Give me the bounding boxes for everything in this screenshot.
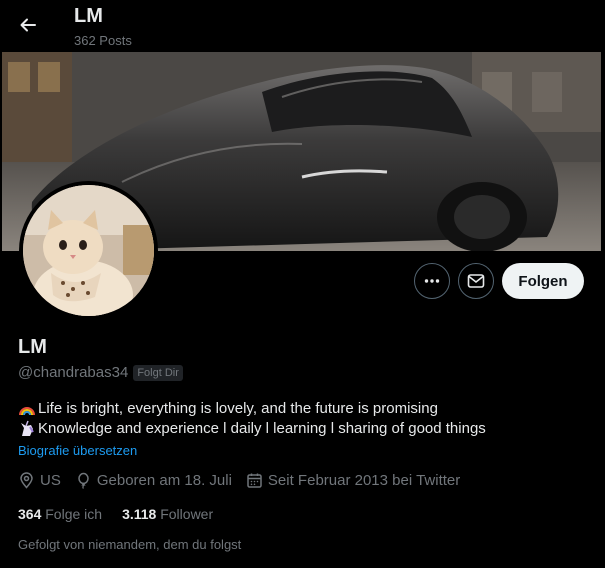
- cat-avatar-image: [23, 185, 154, 316]
- followed-by-text: Gefolgt von niemandem, dem du folgst: [18, 537, 242, 552]
- follow-button[interactable]: Folgen: [502, 263, 584, 299]
- header-title: LM: [74, 5, 103, 27]
- profile-name: LM: [18, 336, 47, 358]
- follows-you-badge: Folgt Dir: [133, 364, 183, 381]
- arrow-left-icon: [20, 18, 36, 32]
- back-button[interactable]: [14, 11, 42, 39]
- birthday: Geboren am 18. Juli: [75, 472, 232, 489]
- calendar-icon: [247, 473, 262, 488]
- followers-link[interactable]: 3.118 Follower: [122, 506, 213, 522]
- location: US: [18, 472, 61, 489]
- profile-meta: US Geboren am 18. Juli Seit Februar 2013…: [18, 472, 474, 489]
- translate-bio-link[interactable]: Biografie übersetzen: [18, 443, 137, 458]
- avatar[interactable]: [19, 181, 158, 320]
- profile-header: LM 362 Posts: [0, 0, 605, 52]
- message-button[interactable]: [458, 263, 494, 299]
- bio-line: Knowledge and experience l daily l learn…: [18, 419, 588, 439]
- map-pin-icon: [20, 472, 33, 489]
- rainbow-icon: [19, 407, 35, 416]
- handle-row: @chandrabas34 Folgt Dir: [18, 364, 183, 381]
- envelope-icon: [467, 274, 485, 288]
- more-horizontal-icon: [424, 279, 440, 283]
- balloon-icon: [78, 472, 89, 489]
- profile-handle: @chandrabas34: [18, 364, 129, 381]
- posts-count: 362 Posts: [74, 33, 132, 48]
- profile-bio: Life is bright, everything is lovely, an…: [18, 399, 588, 439]
- bio-line: Life is bright, everything is lovely, an…: [18, 399, 588, 419]
- follow-stats: 364 Folge ich 3.118 Follower: [18, 506, 233, 522]
- following-link[interactable]: 364 Folge ich: [18, 506, 102, 522]
- more-button[interactable]: [414, 263, 450, 299]
- joined-date: Seit Februar 2013 bei Twitter: [246, 472, 460, 489]
- unicorn-icon: [21, 420, 34, 436]
